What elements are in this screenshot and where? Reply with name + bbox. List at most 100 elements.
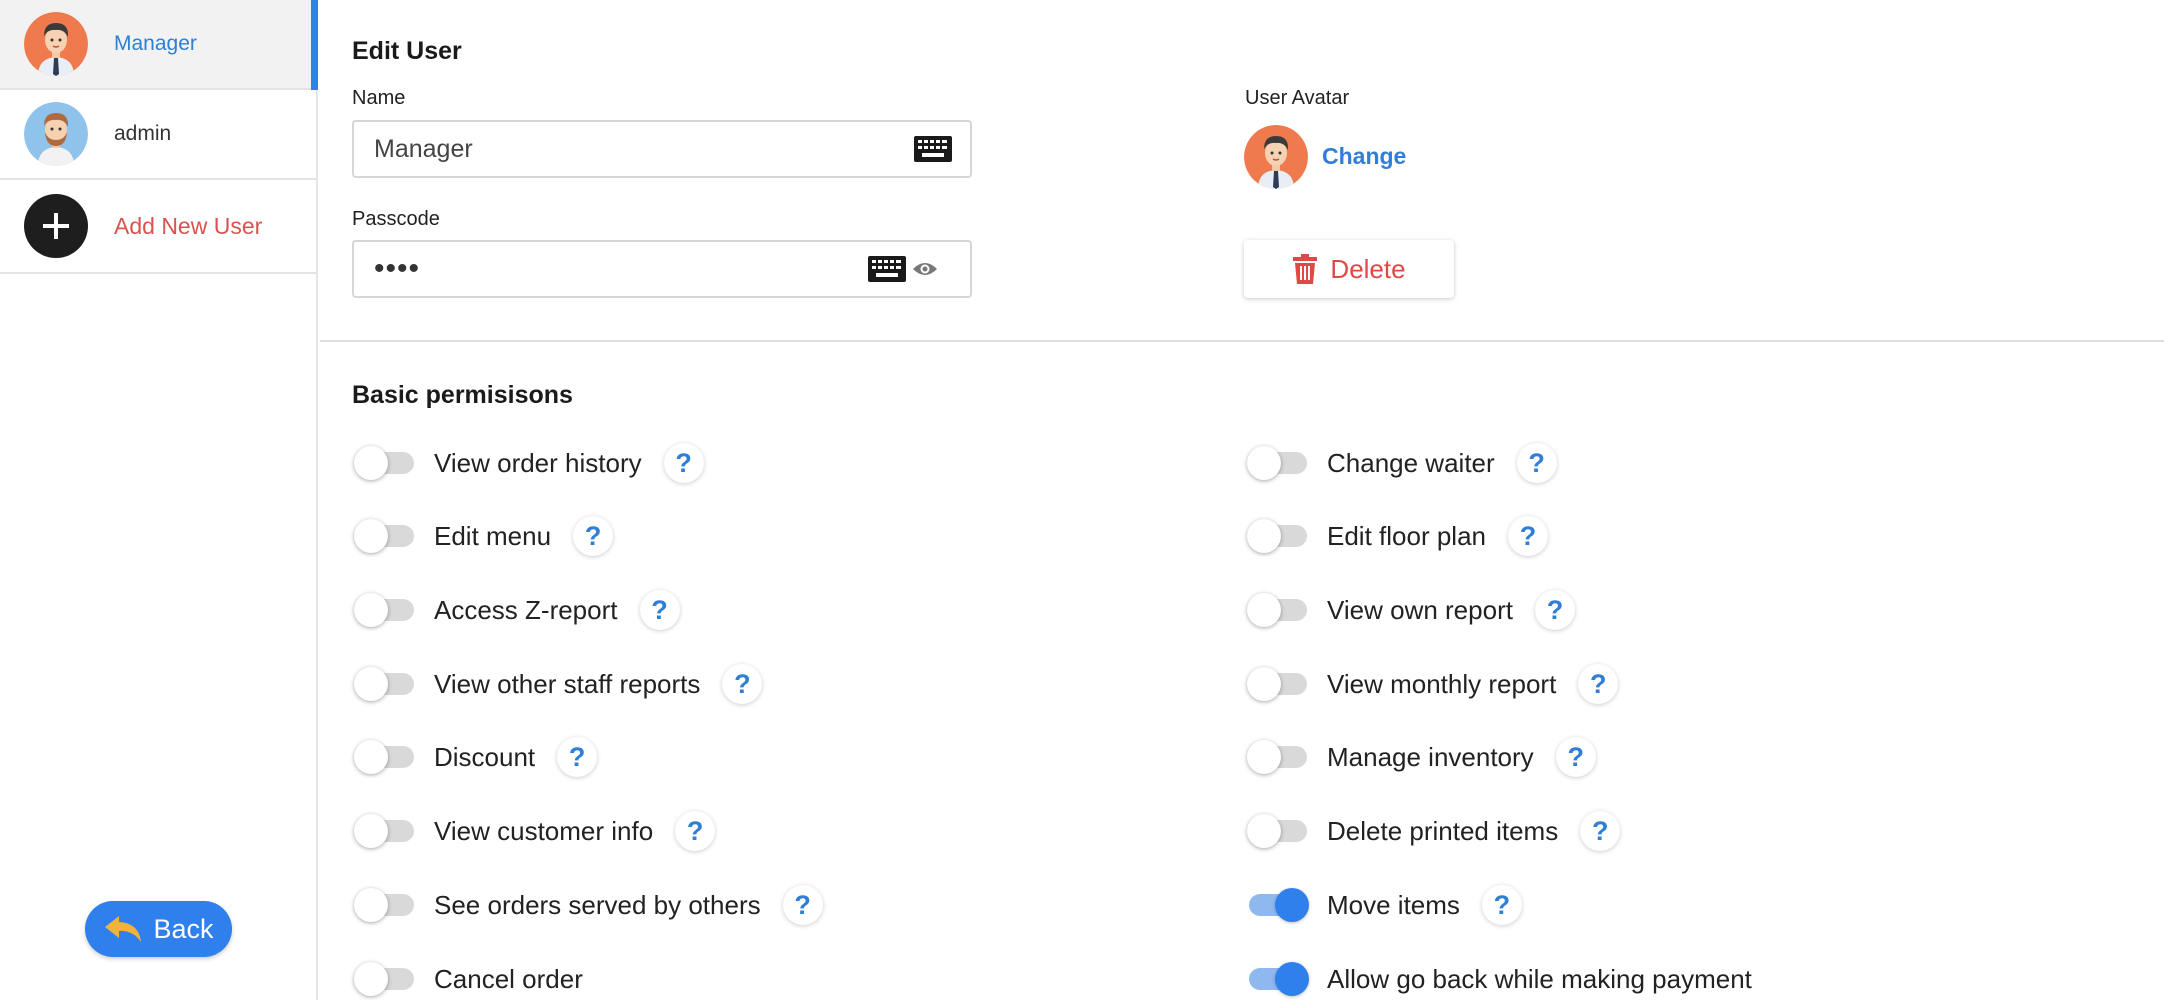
manager-avatar-icon xyxy=(24,12,88,76)
permission-label: Edit floor plan xyxy=(1327,520,1486,551)
permission-label: Change waiter xyxy=(1327,447,1495,478)
passcode-field[interactable]: •••• xyxy=(352,240,972,298)
section-divider xyxy=(320,340,2164,342)
help-icon[interactable]: ? xyxy=(1507,516,1548,556)
passcode-label: Passcode xyxy=(352,208,440,230)
help-icon[interactable]: ? xyxy=(782,885,823,925)
permission-row: Edit menu? xyxy=(354,516,614,556)
permission-label: Manage inventory xyxy=(1327,741,1534,772)
toggle-knob xyxy=(1275,962,1309,996)
user-avatar-label: User Avatar xyxy=(1245,87,1350,109)
permission-toggle[interactable] xyxy=(354,667,414,701)
page-title: Edit User xyxy=(352,37,462,65)
permission-row: View monthly report? xyxy=(1247,664,1619,704)
toggle-knob xyxy=(1247,814,1281,848)
name-value: Manager xyxy=(374,134,473,163)
back-button[interactable]: Back xyxy=(85,901,232,957)
toggle-knob xyxy=(1247,593,1281,627)
permission-toggle[interactable] xyxy=(354,962,414,996)
permission-toggle[interactable] xyxy=(1247,814,1307,848)
help-icon[interactable]: ? xyxy=(639,590,680,630)
permission-row: Allow go back while making payment xyxy=(1249,959,1752,999)
plus-icon xyxy=(24,194,88,258)
permission-row: See orders served by others? xyxy=(354,885,823,925)
permission-toggle[interactable] xyxy=(354,519,414,553)
permission-toggle[interactable] xyxy=(1249,962,1309,996)
help-icon[interactable]: ? xyxy=(1516,443,1557,483)
permission-row: Discount? xyxy=(354,737,598,777)
permission-row: Move items? xyxy=(1249,885,1522,925)
trash-icon xyxy=(1292,254,1318,284)
permission-label: View customer info xyxy=(434,815,654,846)
sidebar-user-manager[interactable]: Manager xyxy=(0,0,318,90)
back-label: Back xyxy=(153,913,214,944)
toggle-knob xyxy=(1247,740,1281,774)
permission-row: Change waiter? xyxy=(1247,443,1557,483)
permissions-title: Basic permisisons xyxy=(352,381,573,409)
sidebar-user-admin[interactable]: admin xyxy=(0,90,316,180)
permission-label: Edit menu xyxy=(434,520,552,551)
permission-label: View order history xyxy=(434,447,642,478)
toggle-knob xyxy=(1247,519,1281,553)
permission-label: See orders served by others xyxy=(434,889,761,920)
add-new-user-button[interactable]: Add New User xyxy=(0,180,316,274)
help-icon[interactable]: ? xyxy=(1580,811,1621,851)
delete-label: Delete xyxy=(1330,253,1406,284)
permission-toggle[interactable] xyxy=(354,446,414,480)
permission-label: Discount xyxy=(434,741,536,772)
permission-row: Cancel order xyxy=(354,959,583,999)
help-icon[interactable]: ? xyxy=(1481,885,1522,925)
toggle-knob xyxy=(354,593,388,627)
toggle-knob xyxy=(354,962,388,996)
help-icon[interactable]: ? xyxy=(1555,737,1596,777)
help-icon[interactable]: ? xyxy=(1534,590,1575,630)
add-new-user-label: Add New User xyxy=(114,212,263,239)
permission-toggle[interactable] xyxy=(354,888,414,922)
reply-arrow-icon xyxy=(103,914,143,944)
change-avatar-link[interactable]: Change xyxy=(1322,143,1406,170)
help-icon[interactable]: ? xyxy=(573,516,614,556)
sidebar-user-label: admin xyxy=(114,122,172,145)
permission-toggle[interactable] xyxy=(1247,446,1307,480)
toggle-knob xyxy=(354,814,388,848)
toggle-knob xyxy=(354,740,388,774)
permission-row: Access Z-report? xyxy=(354,590,680,630)
permission-label: Access Z-report xyxy=(434,594,618,625)
toggle-knob xyxy=(354,446,388,480)
permission-toggle[interactable] xyxy=(354,593,414,627)
help-icon[interactable]: ? xyxy=(557,737,598,777)
permission-row: View order history? xyxy=(354,443,704,483)
help-icon[interactable]: ? xyxy=(722,664,763,704)
help-icon[interactable]: ? xyxy=(663,443,704,483)
toggle-knob xyxy=(354,667,388,701)
permission-row: Delete printed items? xyxy=(1247,811,1621,851)
eye-icon[interactable] xyxy=(912,260,938,278)
keyboard-icon[interactable] xyxy=(868,256,906,282)
permission-label: Allow go back while making payment xyxy=(1327,963,1752,994)
passcode-value: •••• xyxy=(374,252,421,285)
toggle-knob xyxy=(1247,667,1281,701)
permission-toggle[interactable] xyxy=(1247,740,1307,774)
permission-toggle[interactable] xyxy=(1249,888,1309,922)
permission-row: View own report? xyxy=(1247,590,1575,630)
toggle-knob xyxy=(354,519,388,553)
toggle-knob xyxy=(354,888,388,922)
admin-avatar-icon xyxy=(24,102,88,166)
permission-row: View other staff reports? xyxy=(354,664,763,704)
permission-toggle[interactable] xyxy=(1247,593,1307,627)
permission-toggle[interactable] xyxy=(354,740,414,774)
help-icon[interactable]: ? xyxy=(675,811,716,851)
permission-row: Manage inventory? xyxy=(1247,737,1596,777)
permission-toggle[interactable] xyxy=(1247,519,1307,553)
permission-toggle[interactable] xyxy=(354,814,414,848)
keyboard-icon[interactable] xyxy=(914,136,952,162)
delete-user-button[interactable]: Delete xyxy=(1244,240,1454,298)
name-field[interactable]: Manager xyxy=(352,120,972,178)
sidebar-user-label: Manager xyxy=(114,32,197,55)
manager-avatar-icon[interactable] xyxy=(1244,125,1308,189)
help-icon[interactable]: ? xyxy=(1578,664,1619,704)
permission-label: Move items xyxy=(1327,889,1460,920)
permission-toggle[interactable] xyxy=(1247,667,1307,701)
name-label: Name xyxy=(352,87,406,109)
user-sidebar: Manager admin Add New User Back xyxy=(0,0,318,1000)
